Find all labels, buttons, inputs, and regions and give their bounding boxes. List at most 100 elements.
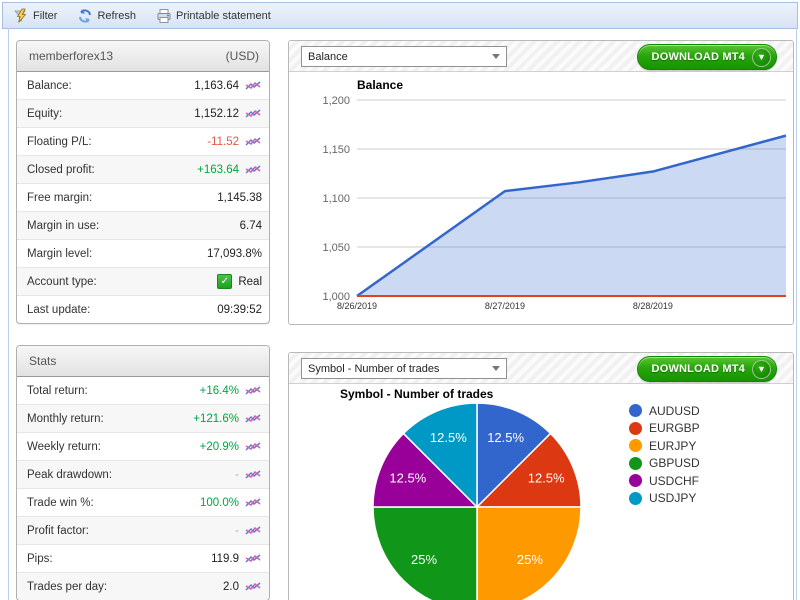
row-label: Trade win %: [27, 497, 94, 509]
mini-chart-icon[interactable] [245, 80, 262, 92]
row-value: - [235, 525, 239, 537]
row-value: +163.64 [197, 164, 239, 176]
stats-row: Peak drawdown:- [17, 460, 269, 488]
legend-color-dot [629, 474, 642, 487]
trades-pie-panel: Symbol - Number of trades DOWNLOAD MT4 ▼… [288, 352, 794, 600]
legend-color-dot [629, 439, 642, 452]
legend-label: AUDUSD [649, 404, 700, 418]
stats-row: Monthly return:+121.6% [17, 404, 269, 432]
row-label: Floating P/L: [27, 136, 92, 148]
mini-chart-icon[interactable] [245, 441, 262, 453]
svg-text:8/26/2019: 8/26/2019 [337, 301, 377, 311]
mini-chart-icon[interactable] [245, 413, 262, 425]
svg-text:8/27/2019: 8/27/2019 [485, 301, 525, 311]
svg-text:12.5%: 12.5% [487, 430, 524, 445]
toolbar-item-printable-statement[interactable]: Printable statement [156, 8, 271, 24]
row-label: Account type: [27, 276, 97, 288]
mini-chart-icon[interactable] [245, 581, 262, 593]
stats-row: Weekly return:+20.9% [17, 432, 269, 460]
balance-metric-select[interactable]: Balance [301, 46, 507, 67]
balance-chart-panel: Balance DOWNLOAD MT4 ▼ 1,0001,0501,1001,… [288, 40, 794, 325]
stats-row: Pips:119.9 [17, 544, 269, 572]
chevron-down-icon [492, 366, 500, 371]
filter-icon [13, 8, 29, 24]
svg-text:Balance: Balance [357, 78, 403, 92]
account-row: Margin level: 17,093.8% [17, 239, 269, 267]
mini-chart-icon[interactable] [245, 497, 262, 509]
legend-item-audusd: AUDUSD [629, 402, 700, 420]
mini-chart-icon[interactable] [245, 385, 262, 397]
row-value: 1,152.12 [194, 108, 239, 120]
account-row: Last update:09:39:52 [17, 295, 269, 323]
svg-text:1,150: 1,150 [322, 144, 350, 156]
mini-chart-icon[interactable] [245, 525, 262, 537]
svg-text:1,100: 1,100 [322, 193, 350, 205]
trades-chart-controls: Symbol - Number of trades DOWNLOAD MT4 ▼ [289, 353, 793, 384]
row-value: +121.6% [193, 413, 239, 425]
account-row: Account type:✓Real [17, 267, 269, 295]
stats-panel: Stats Total return:+16.4%Monthly return:… [16, 345, 270, 600]
refresh-icon [77, 8, 93, 24]
row-label: Peak drawdown: [27, 469, 112, 481]
svg-text:25%: 25% [517, 552, 543, 567]
mini-chart-icon[interactable] [245, 164, 262, 176]
account-currency: (USD) [226, 49, 259, 63]
account-row: Margin in use:6.74 [17, 211, 269, 239]
mini-chart-icon[interactable] [245, 553, 262, 565]
row-value: 17,093.8% [207, 248, 262, 260]
svg-text:Symbol - Number of trades: Symbol - Number of trades [340, 387, 494, 401]
row-value: 2.0 [223, 581, 239, 593]
balance-chart-controls: Balance DOWNLOAD MT4 ▼ [289, 41, 793, 72]
download-mt4-button[interactable]: DOWNLOAD MT4 ▼ [637, 44, 777, 70]
account-name: memberforex13 [29, 49, 113, 63]
svg-text:12.5%: 12.5% [528, 470, 565, 485]
download-arrow-icon: ▼ [752, 48, 771, 67]
row-value: 09:39:52 [217, 304, 262, 316]
toolbar-item-refresh[interactable]: Refresh [77, 8, 136, 24]
mini-chart-icon[interactable] [245, 108, 262, 120]
row-label: Equity: [27, 108, 62, 120]
account-rows: Balance:1,163.64Equity:1,152.12Floating … [17, 72, 269, 323]
account-row: Equity: 1,152.12 [17, 99, 269, 127]
svg-text:8/28/2019: 8/28/2019 [633, 301, 673, 311]
row-label: Balance: [27, 80, 72, 92]
row-label: Margin level: [27, 248, 92, 260]
trades-metric-select[interactable]: Symbol - Number of trades [301, 358, 507, 379]
stats-panel-header: Stats [17, 346, 269, 377]
row-value: +20.9% [200, 441, 239, 453]
row-value: 119.9 [211, 553, 239, 565]
trades-metric-selected: Symbol - Number of trades [308, 363, 439, 375]
row-value: 100.0% [200, 497, 239, 509]
download-arrow-icon: ▼ [752, 360, 771, 379]
legend-item-gbpusd: GBPUSD [629, 455, 700, 473]
balance-metric-selected: Balance [308, 51, 348, 63]
legend-color-dot [629, 492, 642, 505]
trades-pie-body: 12.5%12.5%25%25%12.5%12.5%Symbol - Numbe… [289, 384, 793, 600]
mini-chart-icon[interactable] [245, 469, 262, 481]
mini-chart-icon[interactable] [245, 136, 262, 148]
legend-label: EURGBP [649, 421, 700, 435]
toolbar-item-filter[interactable]: Filter [13, 8, 57, 24]
account-row: Free margin:1,145.38 [17, 183, 269, 211]
stats-row: Trade win %: 100.0% [17, 488, 269, 516]
balance-chart-body: 1,0001,0501,1001,1501,2008/26/20198/27/2… [289, 72, 793, 325]
svg-text:25%: 25% [411, 552, 437, 567]
row-label: Trades per day: [27, 581, 107, 593]
legend-color-dot [629, 404, 642, 417]
svg-text:1,200: 1,200 [322, 95, 350, 107]
row-value: -11.52 [207, 136, 239, 148]
frame-right-border [796, 28, 797, 600]
legend-item-eurjpy: EURJPY [629, 437, 700, 455]
account-row: Floating P/L: -11.52 [17, 127, 269, 155]
legend-color-dot [629, 422, 642, 435]
row-label: Margin in use: [27, 220, 99, 232]
download-mt4-label-2: DOWNLOAD MT4 [652, 363, 745, 375]
svg-text:1,050: 1,050 [322, 242, 350, 254]
download-mt4-button-2[interactable]: DOWNLOAD MT4 ▼ [637, 356, 777, 382]
toolbar: Filter Refresh Printable statement [2, 2, 798, 29]
row-label: Free margin: [27, 192, 92, 204]
account-summary-panel: memberforex13 (USD) Balance:1,163.64Equi… [16, 40, 270, 324]
printer-icon [156, 8, 172, 24]
legend-color-dot [629, 457, 642, 470]
row-label: Profit factor: [27, 525, 89, 537]
